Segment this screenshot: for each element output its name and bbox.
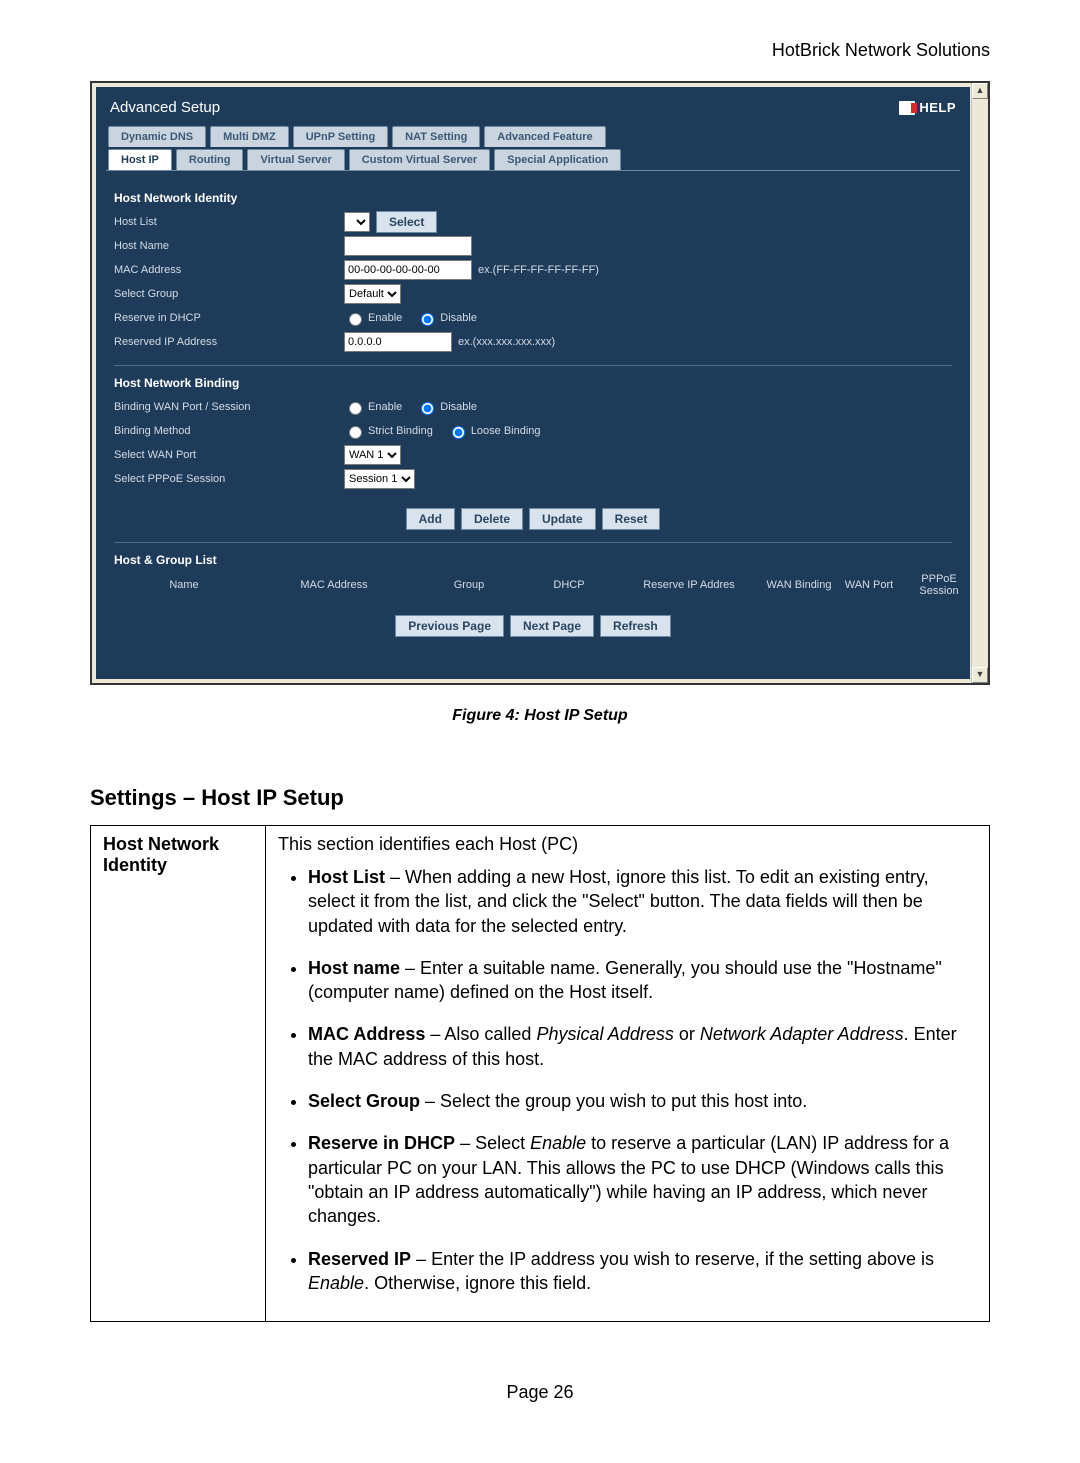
action-buttons: Add Delete Update Reset	[114, 508, 952, 530]
scrollbar[interactable]: ▲ ▼	[971, 83, 988, 683]
col-group: Group	[414, 579, 524, 591]
dhcp-disable-radio[interactable]: Disable	[416, 310, 477, 326]
list-item: MAC Address – Also called Physical Addre…	[308, 1022, 977, 1071]
strict-radio[interactable]: Strict Binding	[344, 423, 433, 439]
col-wan-port: WAN Port	[834, 579, 904, 591]
col-mac: MAC Address	[254, 579, 414, 591]
app-panel: Advanced Setup HELP Dynamic DNS Multi DM…	[96, 87, 970, 679]
list-item: Select Group – Select the group you wish…	[308, 1089, 977, 1113]
wan-port-select[interactable]: WAN 1	[344, 445, 401, 465]
label-bind-method: Binding Method	[114, 425, 344, 437]
tabs-row-1: Dynamic DNS Multi DMZ UPnP Setting NAT S…	[106, 126, 960, 147]
nav-buttons: Previous Page Next Page Refresh	[114, 615, 952, 637]
select-button[interactable]: Select	[376, 211, 437, 233]
previous-page-button[interactable]: Previous Page	[395, 615, 504, 637]
col-reserve-ip: Reserve IP Addres	[614, 579, 764, 591]
tab-nat-setting[interactable]: NAT Setting	[392, 126, 480, 147]
tab-advanced-feature[interactable]: Advanced Feature	[484, 126, 605, 147]
host-name-input[interactable]	[344, 236, 472, 256]
refresh-button[interactable]: Refresh	[600, 615, 671, 637]
form-panel: Host Network Identity Host List Select H…	[106, 170, 960, 651]
reset-button[interactable]: Reset	[602, 508, 661, 530]
reserved-ip-input[interactable]	[344, 332, 452, 352]
bind-enable-radio[interactable]: Enable	[344, 399, 402, 415]
page-number: Page 26	[90, 1382, 990, 1403]
figure-caption: Figure 4: Host IP Setup	[90, 707, 990, 725]
doc-heading: Settings – Host IP Setup	[90, 785, 990, 811]
group-select[interactable]: Default	[344, 284, 401, 304]
section-list: Host & Group List	[114, 553, 952, 567]
label-select-pppoe: Select PPPoE Session	[114, 473, 344, 485]
settings-row-content: This section identifies each Host (PC) H…	[266, 826, 990, 1322]
brand-header: HotBrick Network Solutions	[90, 40, 990, 61]
settings-intro: This section identifies each Host (PC)	[278, 834, 977, 855]
divider	[114, 365, 952, 366]
list-item: Reserved IP – Enter the IP address you w…	[308, 1247, 977, 1296]
scroll-down-icon[interactable]: ▼	[972, 667, 988, 683]
settings-table: Host Network Identity This section ident…	[90, 825, 990, 1322]
col-name: Name	[114, 579, 254, 591]
update-button[interactable]: Update	[529, 508, 596, 530]
delete-button[interactable]: Delete	[461, 508, 523, 530]
tab-routing[interactable]: Routing	[176, 149, 244, 170]
label-select-wan: Select WAN Port	[114, 449, 344, 461]
page-title: Advanced Setup	[110, 99, 220, 116]
label-group: Select Group	[114, 288, 344, 300]
section-binding: Host Network Binding	[114, 376, 952, 390]
help-label: HELP	[919, 100, 956, 115]
add-button[interactable]: Add	[406, 508, 455, 530]
settings-row-label: Host Network Identity	[91, 826, 266, 1322]
mac-hint: ex.(FF-FF-FF-FF-FF-FF)	[478, 264, 599, 276]
mac-input[interactable]	[344, 260, 472, 280]
col-pppoe-session: PPPoE Session	[904, 573, 974, 597]
next-page-button[interactable]: Next Page	[510, 615, 594, 637]
bind-disable-radio[interactable]: Disable	[416, 399, 477, 415]
label-mac: MAC Address	[114, 264, 344, 276]
list-item: Host List – When adding a new Host, igno…	[308, 865, 977, 938]
tabs-row-2: Host IP Routing Virtual Server Custom Vi…	[106, 149, 960, 170]
label-bind-wan-session: Binding WAN Port / Session	[114, 401, 344, 413]
pppoe-select[interactable]: Session 1	[344, 469, 415, 489]
tab-multi-dmz[interactable]: Multi DMZ	[210, 126, 289, 147]
scroll-up-icon[interactable]: ▲	[972, 83, 988, 99]
screenshot-frame: ▲ ▼ Advanced Setup HELP Dynamic DNS Mult…	[90, 81, 990, 685]
help-icon	[899, 101, 915, 115]
list-header: Name MAC Address Group DHCP Reserve IP A…	[114, 573, 952, 597]
tab-host-ip[interactable]: Host IP	[108, 149, 172, 170]
section-identity: Host Network Identity	[114, 191, 952, 205]
host-list-select[interactable]	[344, 212, 370, 232]
tab-special-application[interactable]: Special Application	[494, 149, 621, 170]
tab-upnp-setting[interactable]: UPnP Setting	[293, 126, 388, 147]
loose-radio[interactable]: Loose Binding	[447, 423, 541, 439]
tab-dynamic-dns[interactable]: Dynamic DNS	[108, 126, 206, 147]
label-host-list: Host List	[114, 216, 344, 228]
dhcp-enable-radio[interactable]: Enable	[344, 310, 402, 326]
label-reserve-dhcp: Reserve in DHCP	[114, 312, 344, 324]
divider	[114, 542, 952, 543]
help-link[interactable]: HELP	[899, 100, 956, 115]
col-wan-binding: WAN Binding	[764, 579, 834, 591]
label-host-name: Host Name	[114, 240, 344, 252]
reserved-ip-hint: ex.(xxx.xxx.xxx.xxx)	[458, 336, 555, 348]
label-reserved-ip: Reserved IP Address	[114, 336, 344, 348]
col-dhcp: DHCP	[524, 579, 614, 591]
tab-custom-virtual-server[interactable]: Custom Virtual Server	[349, 149, 490, 170]
tab-virtual-server[interactable]: Virtual Server	[247, 149, 344, 170]
list-item: Reserve in DHCP – Select Enable to reser…	[308, 1131, 977, 1228]
list-item: Host name – Enter a suitable name. Gener…	[308, 956, 977, 1005]
